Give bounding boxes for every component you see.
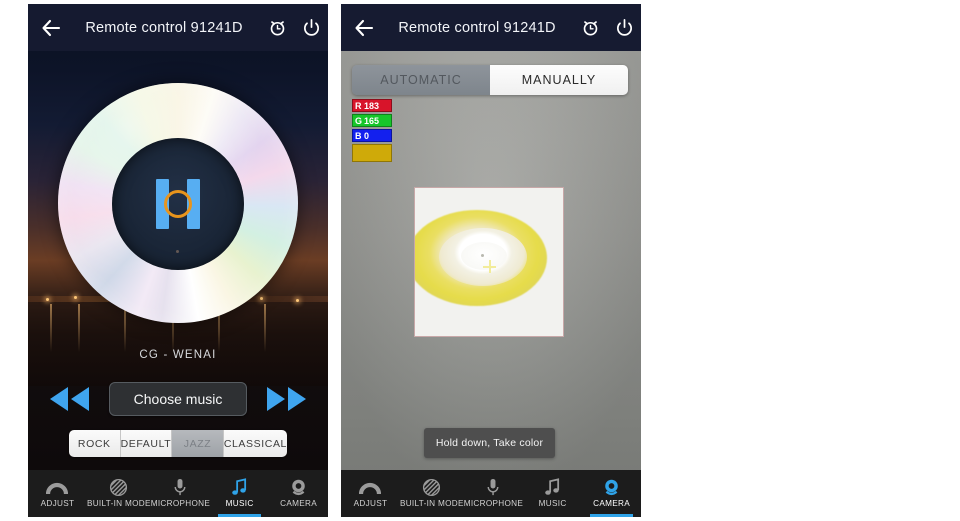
hatched-circle-icon: [109, 478, 128, 498]
rgb-row-blue: B 0: [352, 129, 392, 142]
eq-option-jazz[interactable]: JAZZ: [172, 430, 224, 457]
hold-down-take-color-button[interactable]: Hold down, Take color: [424, 428, 555, 458]
screenshot-stage: Remote control 91241D CG - WENAI Choose …: [0, 0, 960, 521]
light-streak: [50, 304, 52, 352]
alarm-clock-icon[interactable]: [260, 4, 294, 51]
nav-label-built-in-mode: BUILT-IN MODE: [86, 498, 151, 508]
tab-automatic[interactable]: AUTOMATIC: [352, 65, 490, 95]
hatched-circle-icon: [422, 478, 441, 498]
nav-item-camera[interactable]: CAMERA: [269, 470, 328, 517]
nav-item-camera[interactable]: CAMERA: [582, 470, 641, 517]
nav-label-adjust: ADJUST: [353, 498, 388, 508]
rgb-readout: R 183 G 165 B 0: [352, 99, 392, 162]
camera-preview[interactable]: [414, 187, 564, 337]
nav-label-adjust: ADJUST: [40, 498, 75, 508]
equalizer-segmented-control[interactable]: ROCK DEFAULT JAZZ CLASSICAL: [69, 430, 287, 457]
light-streak: [78, 304, 80, 352]
app-header: Remote control 91241D: [341, 4, 641, 51]
arc-adjust-icon: [46, 478, 69, 498]
nav-label-microphone: MICROPHONE: [463, 498, 524, 508]
nav-label-camera: CAMERA: [593, 498, 630, 508]
rgb-value-blue: 0: [364, 130, 370, 141]
brand-logo-h: [155, 178, 201, 229]
power-icon[interactable]: [607, 4, 641, 51]
tab-manually[interactable]: MANUALLY: [490, 65, 628, 95]
previous-track-button[interactable]: [40, 384, 98, 414]
color-swatch: [352, 144, 392, 162]
nav-label-music: MUSIC: [225, 498, 254, 508]
music-disc[interactable]: [58, 83, 298, 323]
rgb-key-blue: B: [355, 130, 362, 141]
music-controls: Choose music: [28, 377, 328, 421]
nav-label-microphone: MICROPHONE: [150, 498, 211, 508]
active-tab-indicator: [590, 514, 633, 517]
eq-option-classical[interactable]: CLASSICAL: [223, 430, 287, 457]
rgb-row-green: G 165: [352, 114, 392, 127]
music-note-icon: [231, 478, 248, 498]
rgb-key-green: G: [355, 115, 363, 126]
nav-item-microphone[interactable]: MICROPHONE: [464, 470, 523, 517]
microphone-icon: [486, 478, 500, 498]
nav-label-music: MUSIC: [538, 498, 567, 508]
bottom-navigation: ADJUST BUILT-IN MODE MICROPHONE MUSIC CA…: [28, 470, 328, 517]
nav-label-camera: CAMERA: [280, 498, 317, 508]
nav-item-adjust[interactable]: ADJUST: [341, 470, 400, 517]
color-picker-crosshair: [483, 260, 496, 273]
tape-core-dot: [481, 254, 484, 257]
webcam-icon: [602, 478, 621, 498]
app-header: Remote control 91241D: [28, 4, 328, 51]
phone-left-music-screen: Remote control 91241D CG - WENAI Choose …: [28, 4, 328, 517]
nav-item-music[interactable]: MUSIC: [523, 470, 582, 517]
track-title: CG - WENAI: [139, 349, 217, 361]
webcam-icon: [289, 478, 308, 498]
choose-music-button[interactable]: Choose music: [109, 382, 247, 416]
light-streak: [264, 304, 266, 352]
nav-label-built-in-mode: BUILT-IN MODE: [399, 498, 464, 508]
arc-adjust-icon: [359, 478, 382, 498]
nav-item-music[interactable]: MUSIC: [210, 470, 269, 517]
music-note-icon: [544, 478, 561, 498]
microphone-icon: [173, 478, 187, 498]
power-icon[interactable]: [294, 4, 328, 51]
rgb-row-red: R 183: [352, 99, 392, 112]
disc-speck: [176, 250, 179, 253]
page-title: Remote control 91241D: [85, 19, 243, 36]
active-tab-indicator: [218, 514, 261, 517]
rgb-key-red: R: [355, 100, 362, 111]
nav-item-built-in-mode[interactable]: BUILT-IN MODE: [87, 470, 151, 517]
nav-item-adjust[interactable]: ADJUST: [28, 470, 87, 517]
nav-item-built-in-mode[interactable]: BUILT-IN MODE: [400, 470, 464, 517]
alarm-clock-icon[interactable]: [573, 4, 607, 51]
eq-option-rock[interactable]: ROCK: [69, 430, 121, 457]
page-title: Remote control 91241D: [398, 19, 556, 36]
rgb-value-red: 183: [364, 100, 380, 111]
bottom-navigation: ADJUST BUILT-IN MODE MICROPHONE MUSIC CA…: [341, 470, 641, 517]
eq-option-default[interactable]: DEFAULT: [120, 430, 173, 457]
rgb-value-green: 165: [364, 115, 380, 126]
next-track-button[interactable]: [258, 384, 316, 414]
color-mode-tabs[interactable]: AUTOMATIC MANUALLY: [352, 65, 628, 95]
nav-item-microphone[interactable]: MICROPHONE: [151, 470, 210, 517]
phone-right-camera-screen: Remote control 91241D AUTOMATIC MANUALLY…: [341, 4, 641, 517]
